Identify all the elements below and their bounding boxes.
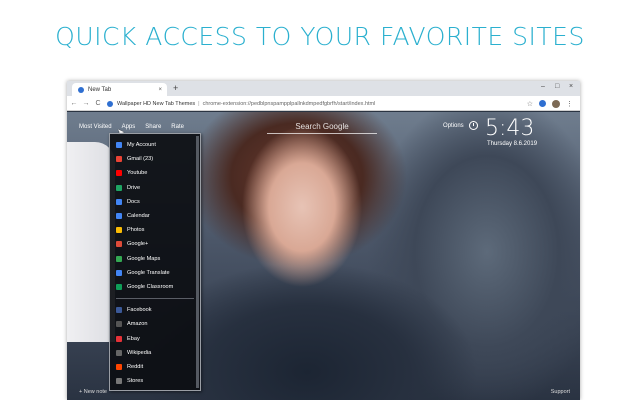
- app-item-youtube[interactable]: Youtube: [116, 166, 194, 180]
- app-item-google-translate[interactable]: Google Translate: [116, 266, 194, 280]
- docs-icon: [116, 198, 122, 205]
- search-input[interactable]: Search Google: [267, 120, 377, 134]
- extension-icon[interactable]: [539, 100, 546, 107]
- nav-most-visited[interactable]: Most Visited: [79, 124, 112, 130]
- browser-window: New Tab × + – □ × ← → C Wallpaper HD New…: [67, 81, 580, 400]
- bookmark-star-icon[interactable]: ☆: [527, 100, 533, 108]
- google-account-icon: [116, 142, 122, 149]
- app-item-google-classroom[interactable]: Google Classroom: [116, 280, 194, 294]
- new-tab-button[interactable]: +: [173, 83, 178, 93]
- close-window-button[interactable]: ×: [569, 83, 573, 90]
- app-item-drive[interactable]: Drive: [116, 181, 194, 195]
- options-button[interactable]: Options: [443, 123, 464, 129]
- new-tab-page: Most Visited Apps Share Rate ➤ Search Go…: [67, 112, 580, 400]
- support-link[interactable]: Support: [551, 389, 570, 395]
- tab-close-icon[interactable]: ×: [158, 87, 162, 93]
- maximize-button[interactable]: □: [555, 83, 559, 90]
- classroom-icon: [116, 283, 122, 290]
- tab-new-tab[interactable]: New Tab ×: [72, 83, 167, 96]
- back-arrow-icon[interactable]: ←: [69, 100, 79, 107]
- facebook-icon: [116, 307, 122, 314]
- apps-dropdown: My Account Gmail (23) Youtube Drive Docs…: [109, 133, 201, 391]
- wikipedia-icon: [116, 349, 122, 356]
- forward-arrow-icon[interactable]: →: [81, 100, 91, 107]
- maps-icon: [116, 255, 122, 262]
- app-item-amazon[interactable]: Amazon: [116, 317, 194, 331]
- app-item-reddit[interactable]: Reddit: [116, 360, 194, 374]
- app-item-gmail[interactable]: Gmail (23): [116, 152, 194, 166]
- top-navigation: Most Visited Apps Share Rate: [79, 124, 184, 130]
- toolbar: ← → C Wallpaper HD New Tab Themes | chro…: [67, 96, 580, 111]
- tab-strip: New Tab × + – □ ×: [67, 81, 580, 96]
- app-item-ebay[interactable]: Ebay: [116, 331, 194, 345]
- extension-favicon-icon: [107, 100, 113, 107]
- dropdown-scrollbar[interactable]: [196, 136, 199, 388]
- app-item-my-account[interactable]: My Account: [116, 138, 194, 152]
- background-photo-left: [67, 142, 115, 342]
- calendar-icon: [116, 213, 122, 220]
- tab-favicon-icon: [78, 86, 84, 93]
- stores-icon: [116, 378, 122, 385]
- chrome-menu-icon[interactable]: ⋮: [566, 100, 573, 108]
- photos-icon: [116, 227, 122, 234]
- amazon-icon: [116, 321, 122, 328]
- drive-icon: [116, 184, 122, 191]
- omnibox-url: chrome-extension://pedblpnspampplpallnkd…: [202, 100, 376, 107]
- address-bar[interactable]: Wallpaper HD New Tab Themes | chrome-ext…: [107, 98, 577, 109]
- clock-time: 5:43: [485, 116, 535, 141]
- app-item-stores[interactable]: Stores: [116, 374, 194, 388]
- translate-icon: [116, 269, 122, 276]
- clock-icon[interactable]: [469, 121, 478, 130]
- app-item-calendar[interactable]: Calendar: [116, 209, 194, 223]
- headline: QUICK ACCESS TO YOUR FAVORITE SITES: [55, 22, 585, 51]
- google-plus-icon: [116, 241, 122, 248]
- app-item-google-plus[interactable]: Google+: [116, 237, 194, 251]
- omnibox-title: Wallpaper HD New Tab Themes: [117, 100, 196, 107]
- tab-title: New Tab: [88, 86, 112, 93]
- app-item-docs[interactable]: Docs: [116, 195, 194, 209]
- dropdown-divider: [116, 298, 194, 300]
- new-note-button[interactable]: + New note: [79, 389, 107, 395]
- reddit-icon: [116, 363, 122, 370]
- app-item-google-maps[interactable]: Google Maps: [116, 252, 194, 266]
- reload-icon[interactable]: C: [93, 100, 103, 107]
- nav-share[interactable]: Share: [145, 124, 161, 130]
- nav-rate[interactable]: Rate: [171, 124, 184, 130]
- youtube-icon: [116, 170, 122, 177]
- gmail-icon: [116, 156, 122, 163]
- omnibox-separator: |: [198, 100, 200, 107]
- profile-avatar[interactable]: [552, 99, 560, 108]
- app-item-wikipedia[interactable]: Wikipedia: [116, 346, 194, 360]
- clock-date: Thursday 8.6.2019: [487, 141, 538, 147]
- app-item-photos[interactable]: Photos: [116, 223, 194, 237]
- app-item-facebook[interactable]: Facebook: [116, 303, 194, 317]
- minimize-button[interactable]: –: [541, 83, 545, 90]
- ebay-icon: [116, 335, 122, 342]
